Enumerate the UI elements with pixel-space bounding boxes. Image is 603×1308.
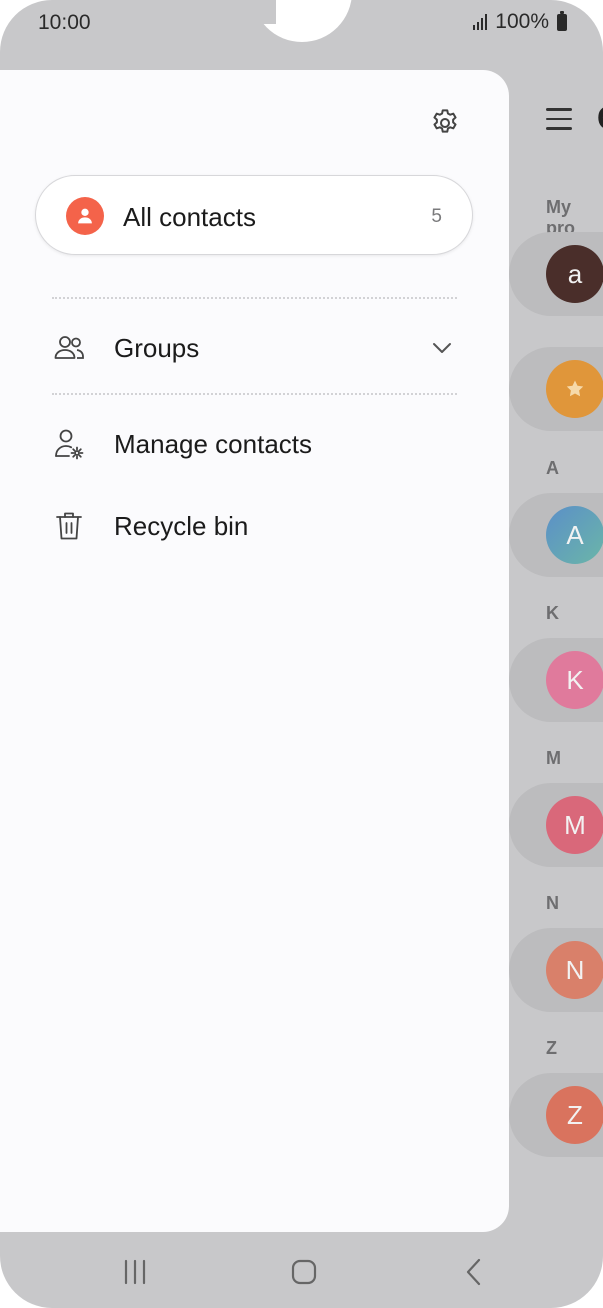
app-title-fragment: C <box>597 100 603 137</box>
person-icon <box>66 197 104 235</box>
menu-item-label: Groups <box>114 333 200 363</box>
all-contacts-count: 5 <box>431 206 442 227</box>
chevron-down-icon[interactable] <box>430 338 454 358</box>
phone-screen: 10:00 100% C My pro a A A K K M M N N Z … <box>0 0 603 1308</box>
status-time: 10:00 <box>38 11 91 34</box>
groups-icon <box>52 331 86 365</box>
profile-avatar: a <box>546 245 603 303</box>
recents-icon <box>124 1259 146 1285</box>
contact-avatar: A <box>546 506 603 564</box>
battery-percent: 100% <box>495 10 549 33</box>
menu-item-groups[interactable]: Groups <box>0 318 509 378</box>
back-icon <box>466 1258 481 1286</box>
manage-contacts-icon <box>52 427 86 461</box>
gear-icon <box>433 109 457 133</box>
all-contacts-label: All contacts <box>123 202 256 232</box>
back-button[interactable] <box>454 1252 494 1292</box>
menu-item-label: Manage contacts <box>114 429 313 459</box>
contact-avatar: K <box>546 651 603 709</box>
battery-icon <box>557 10 567 31</box>
all-contacts-button[interactable]: All contacts 5 <box>35 175 473 255</box>
menu-item-label: Recycle bin <box>114 511 249 541</box>
recents-button[interactable] <box>115 1252 155 1292</box>
section-header: K <box>546 603 559 623</box>
section-header: A <box>546 458 559 478</box>
contacts-list-background: C My pro a A A K K M M N N Z Z <box>509 70 603 1230</box>
menu-item-manage-contacts[interactable]: Manage contacts <box>0 414 509 474</box>
section-header: Z <box>546 1038 557 1058</box>
favorites-avatar <box>546 360 603 418</box>
camera-notch <box>252 0 352 42</box>
trash-icon <box>52 509 86 543</box>
divider <box>52 393 457 395</box>
star-icon <box>566 380 584 397</box>
contact-avatar: N <box>546 941 603 999</box>
hamburger-menu-icon[interactable] <box>546 108 572 130</box>
section-header: M <box>546 748 561 768</box>
divider <box>52 297 457 299</box>
section-header: N <box>546 893 559 913</box>
status-indicators: 100% <box>473 10 567 34</box>
settings-button[interactable] <box>428 106 462 140</box>
contact-avatar: M <box>546 796 603 854</box>
home-button[interactable] <box>284 1252 324 1292</box>
contact-avatar: Z <box>546 1086 603 1144</box>
menu-item-recycle-bin[interactable]: Recycle bin <box>0 496 509 556</box>
system-navigation-bar <box>0 1232 603 1308</box>
navigation-drawer: All contacts 5 Groups Manage contacts Re… <box>0 70 509 1232</box>
home-icon <box>291 1259 317 1285</box>
signal-icon <box>473 14 488 30</box>
